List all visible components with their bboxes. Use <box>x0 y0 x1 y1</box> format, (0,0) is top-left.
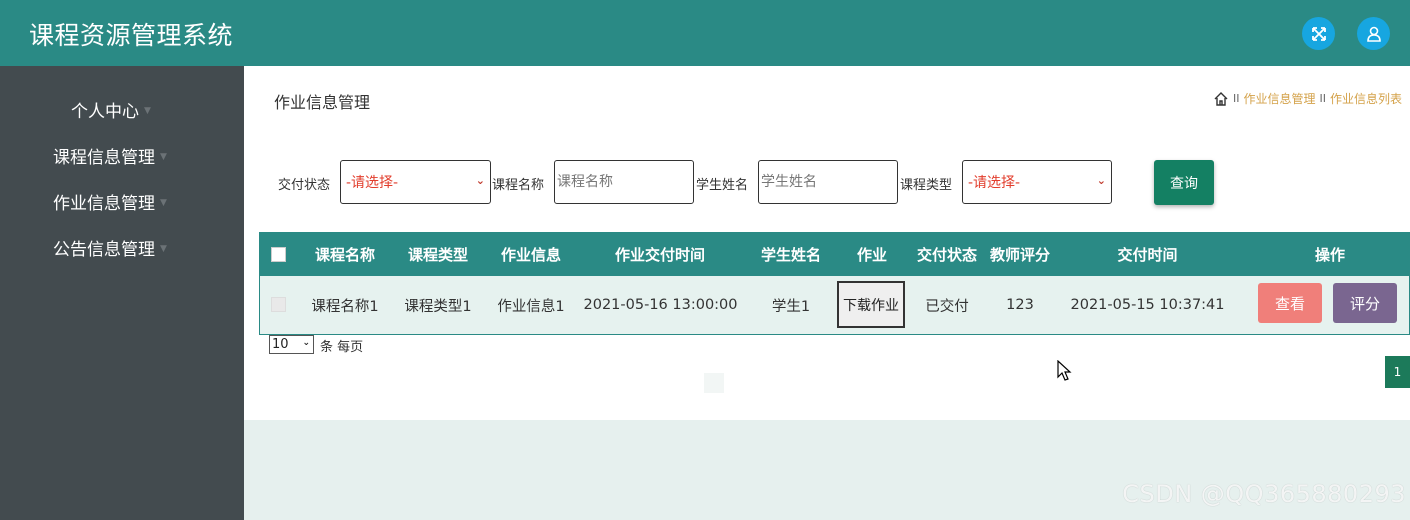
sidebar-item-personal-center[interactable]: 个人中心 ▼ <box>0 94 244 124</box>
chevron-down-icon: ⌄ <box>475 174 485 187</box>
status-select-value: -请选择- <box>346 175 399 191</box>
main-area: 作业信息管理 II 作业信息管理 II 作业信息列表 交付状态 -请选择- ⌄ … <box>244 66 1410 520</box>
rate-button[interactable]: 评分 <box>1333 283 1397 323</box>
breadcrumb-separator: II <box>1232 92 1240 105</box>
decorative-block <box>704 373 724 393</box>
course-type-select[interactable]: -请选择- ⌄ <box>962 160 1112 204</box>
column-header: 学生姓名 <box>760 246 821 264</box>
student-name-label: 学生姓名 <box>696 178 749 193</box>
page-number-button[interactable]: 1 <box>1385 356 1410 388</box>
content-panel: 作业信息管理 II 作业信息管理 II 作业信息列表 交付状态 -请选择- ⌄ … <box>244 66 1410 420</box>
homework-table: 课程名称 课程类型 作业信息 作业交付时间 学生姓名 作业 交付状态 教师评分 … <box>259 232 1410 335</box>
sidebar-item-course-info[interactable]: 课程信息管理 ▼ <box>0 140 244 170</box>
select-all-checkbox[interactable] <box>271 247 286 262</box>
table-row: 课程名称1 课程类型1 作业信息1 2021-05-16 13:00:00 学生… <box>260 276 1409 334</box>
breadcrumb-item-homework-info[interactable]: 作业信息管理 <box>1243 90 1315 107</box>
fullscreen-icon <box>1311 26 1326 41</box>
course-name-input[interactable] <box>554 160 694 204</box>
course-type-label: 课程类型 <box>900 178 953 193</box>
sidebar-item-notice-info[interactable]: 公告信息管理 ▼ <box>0 232 244 262</box>
cell-homework-info: 作业信息1 <box>497 298 565 315</box>
sidebar-item-label: 课程信息管理 <box>53 147 155 168</box>
app-title: 课程资源管理系统 <box>29 21 234 50</box>
view-button[interactable]: 查看 <box>1258 283 1322 323</box>
column-header: 作业交付时间 <box>614 246 705 264</box>
cell-submit-time: 2021-05-15 10:37:41 <box>1070 297 1225 313</box>
chevron-down-icon: ⌄ <box>302 338 310 348</box>
breadcrumb: II 作业信息管理 II 作业信息列表 <box>1213 90 1402 107</box>
watermark: CSDN @QQ365880293 <box>1122 480 1406 508</box>
user-icon <box>1366 26 1381 42</box>
caret-down-icon: ▼ <box>144 105 151 116</box>
caret-down-icon: ▼ <box>160 197 167 208</box>
course-type-select-value: -请选择- <box>968 175 1021 191</box>
chevron-down-icon: ⌄ <box>1096 174 1106 187</box>
breadcrumb-item-homework-list[interactable]: 作业信息列表 <box>1330 90 1402 107</box>
query-button[interactable]: 查询 <box>1154 160 1214 205</box>
sidebar-item-label: 个人中心 <box>71 101 139 122</box>
caret-down-icon: ▼ <box>160 151 167 162</box>
column-header: 作业 <box>856 246 887 264</box>
sidebar: 个人中心 ▼ 课程信息管理 ▼ 作业信息管理 ▼ 公告信息管理 ▼ <box>0 66 244 520</box>
page-title: 作业信息管理 <box>274 93 371 112</box>
cell-course-type: 课程类型1 <box>404 298 472 315</box>
column-header: 作业信息 <box>500 246 561 264</box>
page-size-value: 10 <box>272 337 289 352</box>
row-checkbox[interactable] <box>271 297 286 312</box>
fullscreen-button[interactable] <box>1302 17 1335 50</box>
column-header: 教师评分 <box>989 246 1050 264</box>
per-page-text: 条 每页 <box>320 340 364 355</box>
course-name-label: 课程名称 <box>492 178 545 193</box>
cell-homework-due: 2021-05-16 13:00:00 <box>583 297 738 313</box>
breadcrumb-separator: II <box>1319 92 1326 105</box>
cell-student-name: 学生1 <box>771 298 811 315</box>
table-header: 课程名称 课程类型 作业信息 作业交付时间 学生姓名 作业 交付状态 教师评分 … <box>260 233 1409 276</box>
sidebar-item-homework-info[interactable]: 作业信息管理 ▼ <box>0 186 244 216</box>
sidebar-item-label: 公告信息管理 <box>53 239 155 260</box>
top-bar: 课程资源管理系统 <box>0 0 1410 66</box>
status-select[interactable]: -请选择- ⌄ <box>340 160 491 204</box>
user-menu-button[interactable] <box>1357 17 1390 50</box>
status-label: 交付状态 <box>278 178 331 193</box>
home-icon[interactable] <box>1213 91 1229 107</box>
column-header: 交付状态 <box>916 246 977 264</box>
download-homework-button[interactable]: 下载作业 <box>837 281 905 328</box>
caret-down-icon: ▼ <box>160 243 167 254</box>
cell-status: 已交付 <box>925 298 969 315</box>
column-header: 交付时间 <box>1117 246 1178 264</box>
column-header: 课程类型 <box>407 246 468 264</box>
mouse-cursor-icon <box>1057 360 1072 381</box>
column-header: 课程名称 <box>314 246 375 264</box>
page-size-select[interactable]: 10 ⌄ <box>269 335 314 354</box>
cell-score: 123 <box>1006 297 1034 313</box>
sidebar-item-label: 作业信息管理 <box>53 193 155 214</box>
cell-course-name: 课程名称1 <box>311 298 379 315</box>
column-header: 操作 <box>1314 246 1345 264</box>
student-name-input[interactable] <box>758 160 898 204</box>
